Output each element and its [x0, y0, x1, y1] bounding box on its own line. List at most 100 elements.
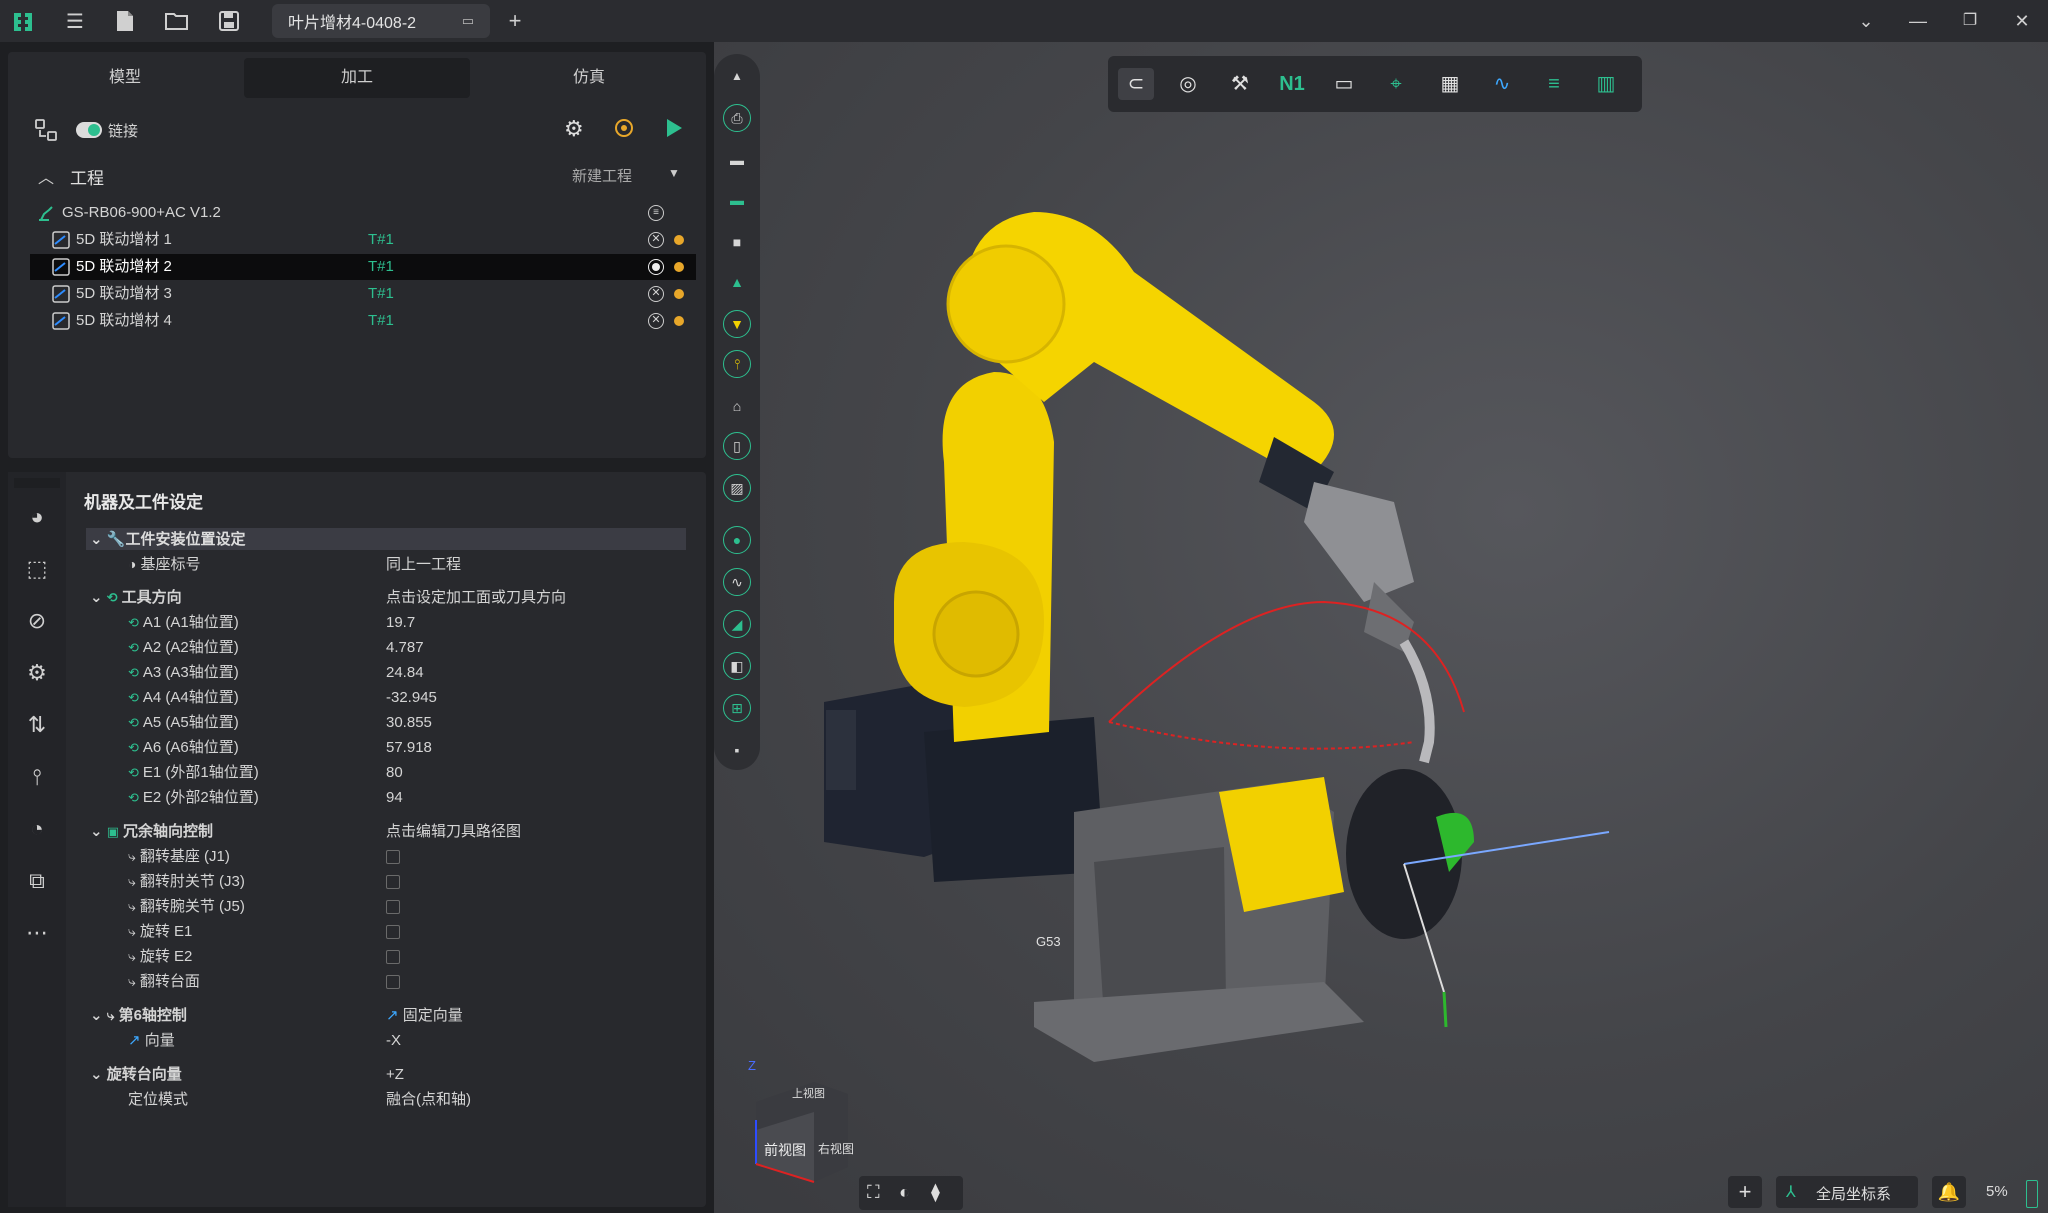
bell-icon[interactable]: 🔔 — [1932, 1176, 1966, 1208]
open-folder-icon[interactable] — [164, 8, 190, 34]
rotary-value[interactable]: +Z — [386, 1062, 404, 1087]
robot-arm-icon[interactable]: ⌂ — [723, 392, 751, 420]
menu-icon[interactable]: ☰ — [62, 8, 88, 34]
add-tab-button[interactable]: + — [502, 8, 528, 34]
flip-checkbox[interactable] — [386, 925, 400, 939]
speed-gauge-icon[interactable]: ◔ — [22, 814, 52, 844]
section-axis6[interactable]: ⌄ ⤷ 第6轴控制 ↗ 固定向量 — [90, 1003, 690, 1028]
layers-icon[interactable]: ⧫ — [931, 1182, 940, 1203]
transform-icon[interactable]: ⧉ — [22, 866, 52, 896]
minimize-button[interactable]: — — [1904, 8, 1932, 34]
axis-row[interactable]: ⟲ A5 (A5轴位置) 30.855 — [128, 710, 728, 735]
n1-button[interactable]: N1 — [1274, 68, 1310, 100]
fixture-icon[interactable]: ⌖ — [1378, 68, 1414, 100]
vector-row[interactable]: ↗ 向量 -X — [128, 1028, 728, 1053]
calculator-icon[interactable]: ▦ — [1432, 68, 1468, 100]
cube-right-label[interactable]: 右视图 — [818, 1140, 854, 1157]
logo-icon[interactable] — [10, 8, 36, 34]
save-icon[interactable] — [216, 8, 242, 34]
close-circle-icon[interactable]: ✕ — [648, 286, 664, 302]
project-item[interactable]: 5D 联动增材 1 T#1 ✕ — [30, 227, 696, 253]
play-icon[interactable] — [662, 116, 686, 140]
project-item[interactable]: 5D 联动增材 2 T#1 — [30, 254, 696, 280]
flip-row[interactable]: ⤷ 翻转腕关节 (J5) — [128, 894, 728, 919]
sheet-icon[interactable]: ▭ — [1326, 68, 1362, 100]
redundant-value[interactable]: 点击编辑刀具路径图 — [386, 819, 521, 844]
new-file-icon[interactable] — [112, 8, 138, 34]
axis-value[interactable]: 80 — [386, 760, 403, 785]
section-rotary[interactable]: ⌄ 旋转台向量 +Z — [90, 1062, 690, 1087]
axis-value[interactable]: 30.855 — [386, 710, 432, 735]
new-project-button[interactable]: 新建工程 — [572, 165, 632, 186]
active-target-icon[interactable] — [648, 259, 664, 275]
stock-box-icon[interactable]: ⬚ — [22, 554, 52, 584]
base-value[interactable]: 同上一工程 — [386, 552, 461, 577]
fit-view-icon[interactable]: ⛶ — [867, 1182, 880, 1203]
layer-green-icon[interactable]: ▬ — [723, 186, 751, 214]
close-circle-icon[interactable]: ✕ — [648, 232, 664, 248]
shading-icon[interactable]: ◐ — [899, 1182, 910, 1203]
section-tool-direction[interactable]: ⌄ ⟲ 工具方向 点击设定加工面或刀具方向 — [90, 585, 690, 610]
block-icon[interactable]: ■ — [723, 228, 751, 256]
caliper-icon[interactable]: ⚒ — [1222, 68, 1258, 100]
document-tab[interactable]: 叶片增材4-0408-2 ▭ — [272, 4, 490, 38]
scroll-up-icon[interactable]: ▲ — [723, 62, 751, 90]
mesh-icon[interactable]: ⊞ — [723, 694, 751, 722]
machine-row[interactable]: GS-RB06-900+AC V1.2 ≡ — [30, 200, 700, 226]
curve-icon[interactable]: ∿ — [723, 568, 751, 596]
link-icon[interactable] — [34, 118, 60, 144]
axis-value[interactable]: 24.84 — [386, 660, 424, 685]
axis-value[interactable]: 4.787 — [386, 635, 424, 660]
stamp-icon[interactable]: ▬ — [723, 146, 751, 174]
project-item[interactable]: 5D 联动增材 4 T#1 ✕ — [30, 308, 696, 334]
flip-row[interactable]: ⤷ 旋转 E1 — [128, 919, 728, 944]
machine-workpiece-icon[interactable]: ◕ — [22, 502, 52, 532]
axis-value[interactable]: 94 — [386, 785, 403, 810]
axis-row[interactable]: ⟲ A6 (A6轴位置) 57.918 — [128, 735, 728, 760]
close-button[interactable]: ✕ — [2008, 8, 2036, 34]
axis-row[interactable]: ⟲ A2 (A2轴位置) 4.787 — [128, 635, 728, 660]
base-number-row[interactable]: ◑ 基座标号 同上一工程 — [128, 552, 728, 577]
position-value[interactable]: 融合(点和轴) — [386, 1087, 471, 1112]
3d-viewport[interactable]: G53 Z 上视图 前视图 右视图 ⛶ ◐ ⧫ — [714, 42, 2048, 1213]
section-redundant[interactable]: ⌄ ▣ 冗余轴向控制 点击编辑刀具路径图 — [90, 819, 690, 844]
layer-stack-icon[interactable]: ≡ — [1536, 68, 1572, 100]
project-item[interactable]: 5D 联动增材 3 T#1 ✕ — [30, 281, 696, 307]
gear-icon[interactable]: ⚙ — [564, 116, 584, 142]
tab-monitor-icon[interactable]: ▭ — [462, 13, 474, 29]
flip-checkbox[interactable] — [386, 875, 400, 889]
flip-row[interactable]: ⤷ 翻转基座 (J1) — [128, 844, 728, 869]
flip-checkbox[interactable] — [386, 975, 400, 989]
compass-icon[interactable]: ⊘ — [22, 606, 52, 636]
position-mode-row[interactable]: 定位模式 融合(点和轴) — [128, 1087, 728, 1112]
flip-checkbox[interactable] — [386, 850, 400, 864]
flip-checkbox[interactable] — [386, 900, 400, 914]
axis-value[interactable]: 19.7 — [386, 610, 415, 635]
more-icon[interactable]: ⋯ — [22, 918, 52, 948]
chevron-down-icon[interactable]: ⌄ — [1852, 8, 1880, 34]
tab-model[interactable]: 模型 — [12, 58, 238, 98]
gear-icon[interactable]: ⚙ — [22, 658, 52, 688]
axis-row[interactable]: ⟲ E2 (外部2轴位置) 94 — [128, 785, 728, 810]
axis-row[interactable]: ⟲ A1 (A1轴位置) 19.7 — [128, 610, 728, 635]
restore-button[interactable]: ❐ — [1956, 8, 1984, 34]
point-icon[interactable]: ● — [723, 526, 751, 554]
axis-row[interactable]: ⟲ E1 (外部1轴位置) 80 — [128, 760, 728, 785]
deposit-icon[interactable]: ▲ — [723, 268, 751, 296]
add-button[interactable]: + — [1728, 1176, 1762, 1208]
flip-row[interactable]: ⤷ 翻转台面 — [128, 969, 728, 994]
dropdown-arrow-icon[interactable]: ▼ — [668, 166, 680, 180]
chart-icon[interactable]: ▥ — [1588, 68, 1624, 100]
section-install[interactable]: ⌄ 🔧工件安装位置设定 — [90, 527, 690, 552]
machine-status-icon[interactable]: ≡ — [648, 205, 664, 221]
link-toggle[interactable] — [76, 122, 102, 138]
drill-icon[interactable]: ⫯ — [723, 350, 751, 378]
nozzle-icon[interactable]: ▼ — [723, 310, 751, 338]
program-icon[interactable]: ▯ — [723, 432, 751, 460]
coordinate-system-selector[interactable]: ⅄ 全局坐标系 — [1776, 1176, 1918, 1208]
tab-simulation[interactable]: 仿真 — [476, 58, 702, 98]
tab-machining[interactable]: 加工 — [244, 58, 470, 98]
magnet-snap-icon[interactable]: ⊂ — [1118, 68, 1154, 100]
axis-row[interactable]: ⟲ A3 (A3轴位置) 24.84 — [128, 660, 728, 685]
hatch-icon[interactable]: ▨ — [723, 474, 751, 502]
